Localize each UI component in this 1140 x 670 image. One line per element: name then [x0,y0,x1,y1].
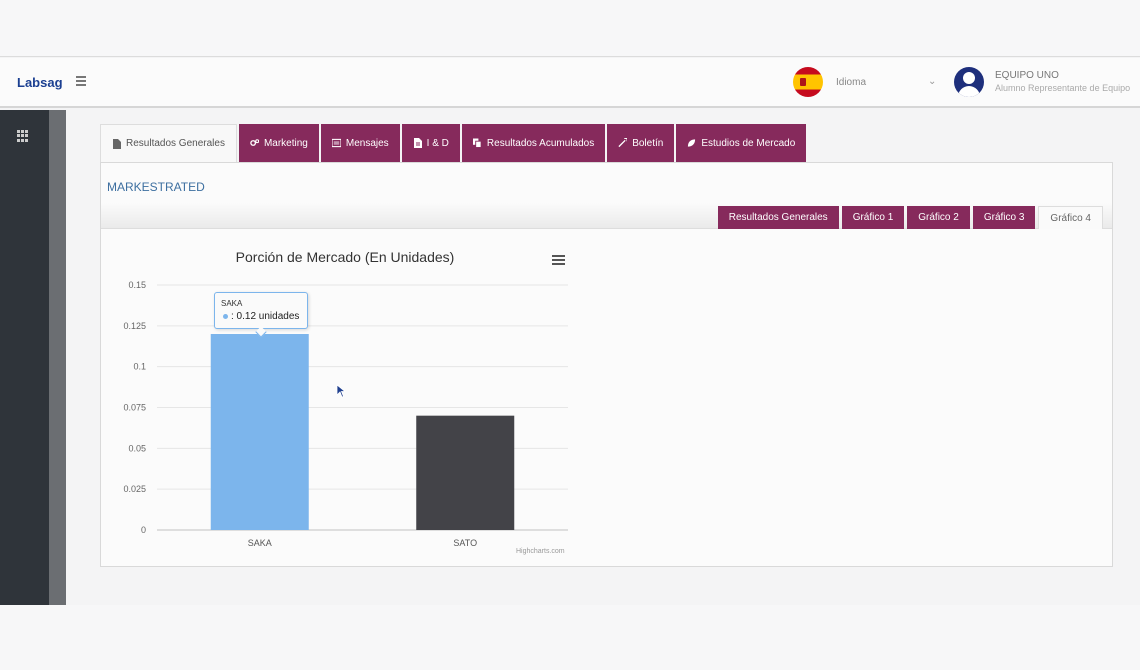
spain-flag-icon[interactable] [793,67,823,97]
x-tick-label: SAKA [248,538,272,548]
tab-label: Mensajes [345,137,389,149]
tab-label: Estudios de Mercado [701,137,796,149]
sidebar [0,110,49,605]
tab-label: Resultados Generales [126,138,225,149]
tab-mensajes[interactable]: Mensajes [320,124,400,162]
main-tabs: Resultados Generales Marketing Mensajes … [100,124,808,162]
tab-boletin[interactable]: Boletín [607,124,675,162]
chart-credits[interactable]: Highcharts.com [516,548,565,555]
user-role: Alumno Representante de Equipo [995,83,1131,93]
tab-i-d[interactable]: I & D [401,124,460,162]
subtab-grafico-2[interactable]: Gráfico 2 [907,206,970,229]
section-title: MARKESTRATED [107,180,205,194]
y-tick-label: 0.125 [123,321,146,331]
subtab-grafico-4[interactable]: Gráfico 4 [1038,206,1103,229]
tab-label: I & D [426,137,449,149]
y-tick-label: 0.1 [133,362,146,372]
file-icon [113,138,121,149]
tab-resultados-generales[interactable]: Resultados Generales [100,124,237,162]
tooltip-value: : 0.12 unidades [231,311,300,322]
chart-tooltip: SAKA : 0.12 unidades [214,292,308,338]
tab-label: Marketing [263,137,308,149]
tab-marketing[interactable]: Marketing [238,124,319,162]
tab-label: Boletín [632,137,664,149]
list-icon [331,138,341,148]
chevron-down-icon[interactable]: ⌄ [928,76,936,87]
sidebar-rail [49,110,66,605]
subtab-grafico-1[interactable]: Gráfico 1 [841,206,905,229]
mouse-cursor-icon [336,384,346,398]
chart-plot: 0 0.025 0.05 0.075 0.1 0.125 0.15 SAKA SATO [123,280,568,548]
gears-icon [250,139,259,146]
language-selector[interactable]: Idioma [836,77,866,88]
y-tick-label: 0.025 [123,484,146,494]
subtab-grafico-3[interactable]: Gráfico 3 [972,206,1036,229]
tooltip-category: SAKA [221,299,243,308]
top-navbar: Labsag Idioma ⌄ EQUIPO UNO Alumno Repres… [0,58,1140,108]
hamburger-menu-icon[interactable] [76,76,86,86]
tab-label: Resultados Acumulados [486,137,595,149]
y-tick-label: 0.15 [128,280,146,290]
magic-icon [618,138,628,148]
brand-logo[interactable]: Labsag [17,75,63,90]
apps-grid-icon[interactable] [17,130,29,142]
bar-sato [416,415,515,530]
leaf-icon [688,139,696,147]
document-icon [413,138,422,148]
chart-subtabs: Resultados Generales Gráfico 1 Gráfico 2… [715,206,1103,229]
y-tick-label: 0.05 [128,443,146,453]
y-tick-label: 0.075 [123,403,146,413]
copy-icon [472,138,482,148]
subtab-resultados-generales[interactable]: Resultados Generales [717,206,839,229]
tab-resultados-acumulados[interactable]: Resultados Acumulados [461,124,606,162]
tooltip-series-dot [223,314,228,319]
bottom-blank-area [0,605,1140,670]
bar-saka [210,334,309,530]
top-blank-area [0,0,1140,57]
user-avatar-icon[interactable] [954,67,984,97]
x-tick-label: SATO [453,538,477,548]
y-tick-label: 0 [141,525,146,535]
market-share-chart: Porción de Mercado (En Unidades) 0 0.025 0… [100,228,580,568]
user-name[interactable]: EQUIPO UNO [995,70,1059,81]
tab-estudios-de-mercado[interactable]: Estudios de Mercado [676,124,807,162]
